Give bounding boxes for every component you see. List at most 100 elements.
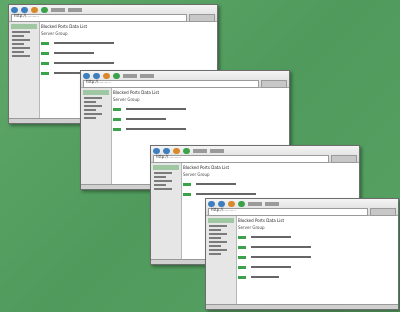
toolbar-buttons	[208, 200, 396, 207]
page-title: Blocked Ports Data List	[113, 90, 160, 95]
sidebar-item[interactable]	[12, 31, 30, 33]
sidebar	[81, 88, 112, 189]
sidebar	[206, 216, 237, 309]
browser-toolbar: http://..........	[9, 5, 217, 22]
toolbar-label	[193, 148, 207, 153]
list-item[interactable]	[238, 243, 396, 251]
address-bar[interactable]: http://..........	[11, 13, 187, 22]
sidebar	[151, 163, 182, 264]
refresh-icon[interactable]	[183, 147, 190, 154]
sidebar-item[interactable]	[154, 172, 172, 174]
sidebar-item[interactable]	[84, 105, 102, 107]
toolbar-label	[68, 7, 82, 12]
sidebar-item[interactable]	[209, 229, 221, 231]
back-icon[interactable]	[83, 72, 90, 79]
sidebar-item[interactable]	[209, 237, 221, 239]
address-bar[interactable]: http://..........	[153, 154, 329, 163]
browser-toolbar: http://..........	[151, 146, 359, 163]
toolbar-buttons	[83, 72, 287, 79]
toolbar-buttons	[11, 6, 215, 13]
sidebar-item[interactable]	[12, 47, 30, 49]
address-text: http://..........	[14, 13, 39, 18]
list-item[interactable]	[238, 273, 396, 281]
sidebar-header	[153, 165, 179, 170]
list-item[interactable]	[113, 115, 287, 123]
sidebar-item[interactable]	[12, 51, 24, 53]
browser-window-4: http://.......... Blocked Ports Data Lis…	[205, 198, 399, 310]
list-item[interactable]	[41, 39, 215, 47]
list-item[interactable]	[183, 190, 357, 198]
page-content: Blocked Ports Data List Server Group	[238, 218, 396, 307]
toolbar-label	[51, 7, 65, 12]
stop-icon[interactable]	[103, 72, 110, 79]
toolbar-buttons	[153, 147, 357, 154]
sidebar-item[interactable]	[209, 241, 227, 243]
list-item[interactable]	[41, 59, 215, 67]
sidebar-header	[83, 90, 109, 95]
toolbar-label	[140, 73, 154, 78]
list-item[interactable]	[113, 105, 287, 113]
sidebar-item[interactable]	[154, 188, 172, 190]
go-button[interactable]	[331, 155, 357, 163]
page-subtitle: Server Group	[113, 97, 140, 102]
sidebar-item[interactable]	[154, 180, 172, 182]
page-subtitle: Server Group	[183, 172, 210, 177]
page-subtitle: Server Group	[238, 225, 265, 230]
page-subtitle: Server Group	[41, 31, 68, 36]
back-icon[interactable]	[153, 147, 160, 154]
stop-icon[interactable]	[173, 147, 180, 154]
stop-icon[interactable]	[31, 6, 38, 13]
sidebar-item[interactable]	[84, 113, 102, 115]
sidebar-item[interactable]	[84, 97, 102, 99]
refresh-icon[interactable]	[113, 72, 120, 79]
sidebar-item[interactable]	[12, 43, 24, 45]
sidebar-item[interactable]	[209, 253, 221, 255]
go-button[interactable]	[370, 208, 396, 216]
go-button[interactable]	[189, 14, 215, 22]
list-item[interactable]	[238, 253, 396, 261]
stop-icon[interactable]	[228, 200, 235, 207]
address-bar[interactable]: http://..........	[83, 79, 259, 88]
sidebar-item[interactable]	[154, 176, 166, 178]
page-title: Blocked Ports Data List	[238, 218, 285, 223]
sidebar-header	[11, 24, 37, 29]
list-item[interactable]	[238, 233, 396, 241]
list-item[interactable]	[41, 49, 215, 57]
sidebar-item[interactable]	[209, 249, 227, 251]
sidebar	[9, 22, 40, 123]
list-item[interactable]	[183, 180, 357, 188]
forward-icon[interactable]	[163, 147, 170, 154]
sidebar-item[interactable]	[12, 55, 30, 57]
forward-icon[interactable]	[21, 6, 28, 13]
sidebar-item[interactable]	[84, 117, 96, 119]
sidebar-item[interactable]	[209, 245, 221, 247]
toolbar-label	[210, 148, 224, 153]
toolbar-label	[123, 73, 137, 78]
page-title: Blocked Ports Data List	[41, 24, 88, 29]
sidebar-item[interactable]	[84, 109, 96, 111]
refresh-icon[interactable]	[41, 6, 48, 13]
forward-icon[interactable]	[93, 72, 100, 79]
back-icon[interactable]	[11, 6, 18, 13]
address-text: http://..........	[211, 207, 236, 212]
sidebar-header	[208, 218, 234, 223]
sidebar-item[interactable]	[209, 233, 227, 235]
sidebar-item[interactable]	[84, 101, 96, 103]
go-button[interactable]	[261, 80, 287, 88]
toolbar-label	[265, 201, 279, 206]
refresh-icon[interactable]	[238, 200, 245, 207]
sidebar-item[interactable]	[154, 184, 166, 186]
forward-icon[interactable]	[218, 200, 225, 207]
list-item[interactable]	[238, 263, 396, 271]
sidebar-item[interactable]	[12, 39, 30, 41]
address-bar[interactable]: http://..........	[208, 207, 368, 216]
list-item[interactable]	[113, 125, 287, 133]
page-title: Blocked Ports Data List	[183, 165, 230, 170]
sidebar-item[interactable]	[209, 225, 227, 227]
browser-toolbar: http://..........	[81, 71, 289, 88]
address-text: http://..........	[86, 79, 111, 84]
sidebar-item[interactable]	[12, 35, 24, 37]
back-icon[interactable]	[208, 200, 215, 207]
status-bar	[206, 304, 398, 309]
desktop-background: { "windows": [ { "address_text": "http:/…	[0, 0, 400, 312]
